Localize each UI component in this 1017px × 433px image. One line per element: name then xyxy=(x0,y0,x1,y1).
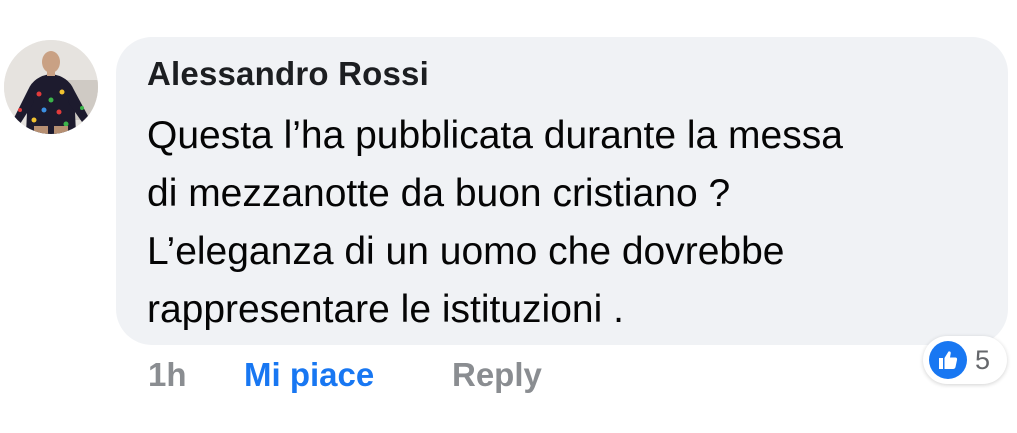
comment-text-line: rappresentare le istituzioni . xyxy=(147,288,624,331)
comment-text-line: di mezzanotte da buon cristiano ? xyxy=(147,172,731,215)
comment-text-line: Questa l’ha pubblicata durante la messa xyxy=(147,114,843,157)
comment-text: Questa l’ha pubblicata durante la messa … xyxy=(147,107,1007,339)
comment-bubble: Alessandro Rossi Questa l’ha pubblicata … xyxy=(116,37,1008,345)
thumbs-up-icon xyxy=(929,341,967,379)
comment-timestamp[interactable]: 1h xyxy=(148,356,187,394)
like-button[interactable]: Mi piace xyxy=(244,356,374,394)
author-name[interactable]: Alessandro Rossi xyxy=(147,55,429,93)
reaction-count: 5 xyxy=(975,344,991,375)
reactions-summary[interactable]: 5 xyxy=(923,336,1007,384)
reply-button[interactable]: Reply xyxy=(452,356,542,394)
avatar[interactable] xyxy=(4,40,98,134)
comment-text-line: L’eleganza di un uomo che dovrebbe xyxy=(147,230,785,273)
